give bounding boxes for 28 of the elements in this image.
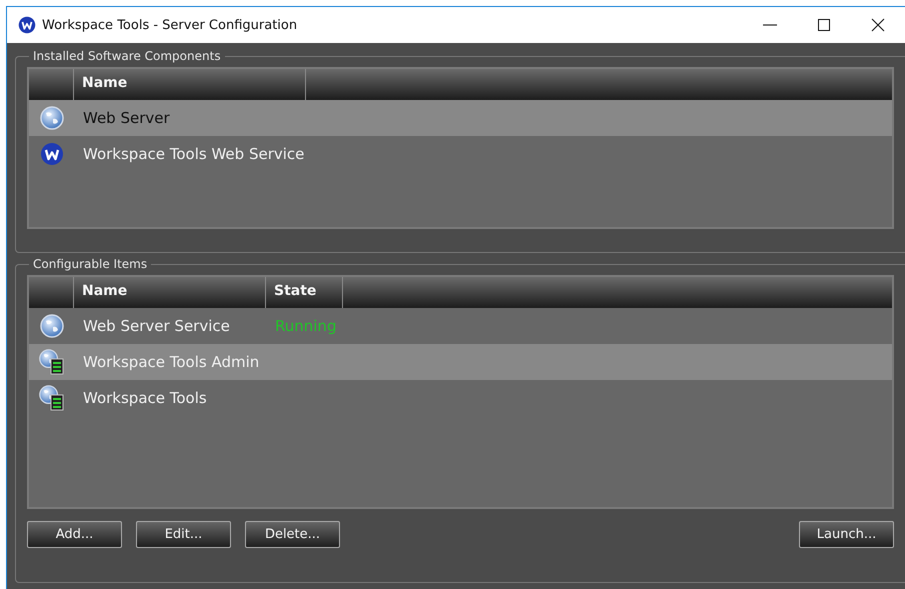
state-text: Running bbox=[274, 317, 338, 335]
item-name: Workspace Tools bbox=[82, 389, 208, 407]
item-name: Workspace Tools Admin bbox=[82, 353, 260, 371]
item-name: Workspace Tools Web Service bbox=[82, 145, 306, 163]
group-title: Configurable Items bbox=[32, 257, 148, 271]
item-name: Web Server Service bbox=[82, 317, 231, 335]
action-button[interactable]: Add... bbox=[27, 521, 122, 548]
list-row[interactable]: Web Server bbox=[29, 100, 892, 136]
globe-server-icon bbox=[38, 349, 64, 375]
close-icon bbox=[871, 18, 885, 32]
action-button[interactable]: Delete... bbox=[245, 521, 340, 548]
app-logo-icon bbox=[18, 16, 36, 34]
action-button[interactable]: Launch... bbox=[799, 521, 894, 548]
list-row[interactable]: Web Server Service Running bbox=[29, 308, 892, 344]
minimize-icon bbox=[763, 24, 777, 26]
action-button[interactable]: Edit... bbox=[136, 521, 231, 548]
globe-icon bbox=[40, 106, 64, 130]
globe-icon bbox=[40, 314, 64, 338]
column-header[interactable]: Name bbox=[74, 277, 266, 308]
maximize-icon bbox=[817, 18, 831, 32]
w-logo-icon bbox=[40, 142, 64, 166]
item-name: Web Server bbox=[82, 109, 171, 127]
column-header[interactable]: State bbox=[266, 277, 343, 308]
window-title: Workspace Tools - Server Configuration bbox=[42, 18, 298, 32]
list-row[interactable]: Workspace Tools Web Service bbox=[29, 136, 892, 172]
group-title: Installed Software Components bbox=[32, 49, 222, 63]
globe-server-icon bbox=[38, 385, 64, 411]
list-row[interactable]: Workspace Tools bbox=[29, 380, 892, 416]
